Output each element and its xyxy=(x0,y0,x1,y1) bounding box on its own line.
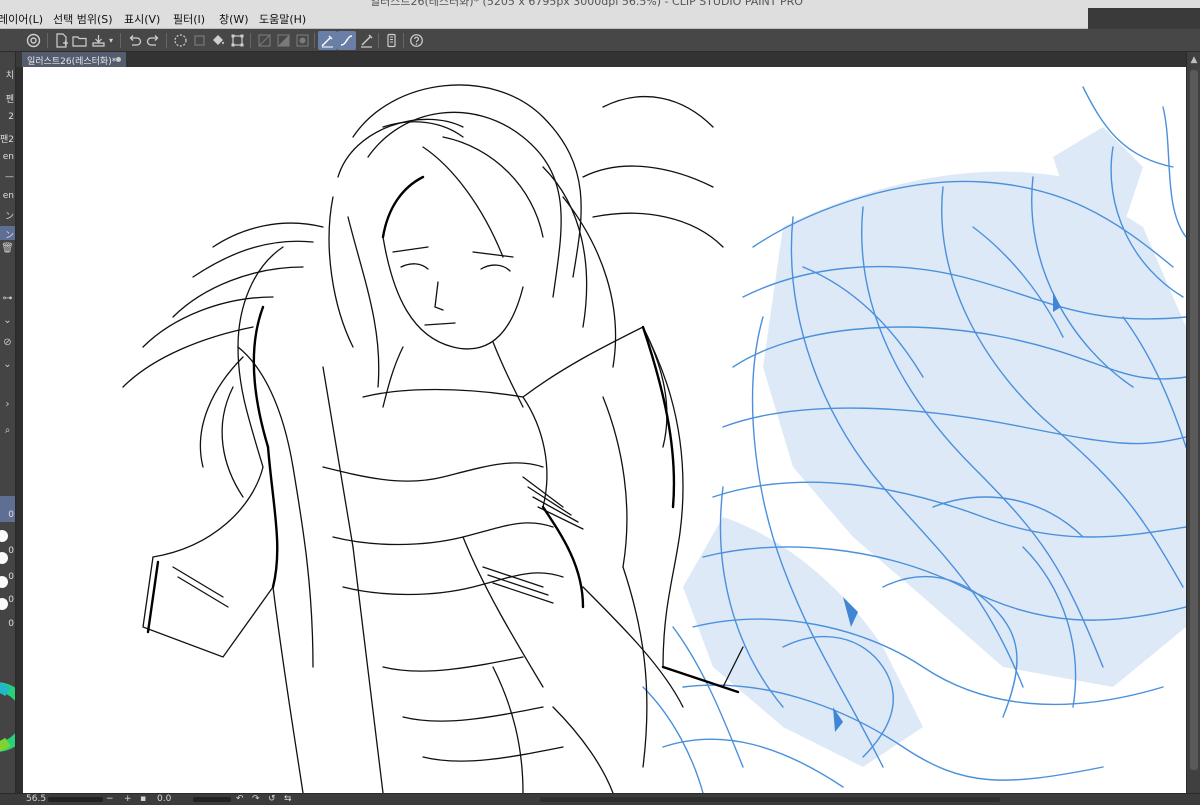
brush-item-selected[interactable]: ン xyxy=(0,228,15,241)
panel-label: 치 xyxy=(5,71,14,81)
brush-size-preview[interactable] xyxy=(0,576,8,588)
brush-item[interactable]: 팬2 xyxy=(0,132,15,145)
menu-window[interactable]: 창(W) xyxy=(219,11,249,27)
snap-grid-icon[interactable] xyxy=(293,31,312,50)
toolbar-separator xyxy=(378,33,379,48)
window-title: 일러스트26(레스터화)* (5205 x 6795px 3000dpi 56.… xyxy=(370,0,803,8)
black-bold-strokes xyxy=(146,175,740,694)
open-icon[interactable] xyxy=(70,31,89,50)
brush-size-preview[interactable] xyxy=(0,530,8,542)
rotate-left-icon[interactable]: ↶ xyxy=(236,794,244,805)
zoom-in-icon[interactable]: + xyxy=(124,794,132,805)
chevron-down-icon[interactable]: ⌄ xyxy=(1,314,14,327)
menu-layer[interactable]: 레이어(L) xyxy=(0,11,43,27)
redo-icon[interactable] xyxy=(144,31,163,50)
toolbar-separator xyxy=(314,33,315,48)
scroll-thumb[interactable] xyxy=(1190,70,1198,770)
snap-special-icon[interactable] xyxy=(274,31,293,50)
title-bar: 일러스트26(레스터화)* (5205 x 6795px 3000dpi 56.… xyxy=(0,0,1200,8)
help-icon[interactable] xyxy=(407,31,426,50)
panel-divider[interactable] xyxy=(16,67,23,793)
pen-pressure-icon[interactable] xyxy=(357,31,376,50)
tablet-icon[interactable] xyxy=(382,31,401,50)
black-sketch-layer xyxy=(122,84,744,793)
undo-icon[interactable] xyxy=(125,31,144,50)
document-tab-bar: 일러스트26(레스터화)* xyxy=(22,52,1186,67)
menu-view[interactable]: 표시(V) xyxy=(124,11,160,27)
color-wheel[interactable] xyxy=(0,672,16,762)
brush-size-preview[interactable] xyxy=(0,598,8,610)
menu-filter[interactable]: 필터(I) xyxy=(173,11,205,27)
status-bar: 56.5 − + ▪ 0.0 ↶ ↷ ↺ ⇆ xyxy=(0,793,1200,804)
canvas[interactable] xyxy=(23,67,1186,793)
brush-item[interactable]: 2 xyxy=(0,112,15,122)
scroll-up-icon[interactable]: ▲ xyxy=(1189,55,1199,65)
flip-icon[interactable]: ⇆ xyxy=(284,794,292,805)
toolbar-separator xyxy=(250,33,251,48)
zoom-out-icon[interactable]: − xyxy=(106,794,114,805)
brush-size-preview[interactable] xyxy=(0,552,8,564)
rotate-reset-icon[interactable]: ↺ xyxy=(268,794,276,805)
size-value: 0 xyxy=(8,510,14,520)
search-icon[interactable]: ⌕ xyxy=(1,424,14,437)
lock-icon[interactable]: ⊶ xyxy=(1,292,14,305)
angle-value[interactable]: 0.0 xyxy=(157,794,171,805)
toolbar-separator xyxy=(120,33,121,48)
brush-item[interactable]: en xyxy=(0,191,15,201)
rotate-right-icon[interactable]: ↷ xyxy=(252,794,260,805)
document-tab[interactable]: 일러스트26(레스터화)* xyxy=(22,52,126,67)
size-value: 0 xyxy=(8,619,14,629)
app-menu-icon[interactable] xyxy=(24,31,43,50)
crop-icon[interactable] xyxy=(190,31,209,50)
stabilize-icon[interactable] xyxy=(318,31,337,50)
angle-slider-track[interactable] xyxy=(193,797,231,802)
clear-icon[interactable] xyxy=(171,31,190,50)
vertical-scrollbar[interactable]: ▲ xyxy=(1186,52,1200,793)
left-panel: 치 펜 2 팬2 en — en ン ン 🗑 ⊶ ⌄ ⊘ ⌄ › ⌕ 0 0 0… xyxy=(0,52,16,794)
menu-help[interactable]: 도움말(H) xyxy=(259,11,306,27)
chevron-right-icon[interactable]: › xyxy=(1,398,14,411)
unsaved-dot-icon[interactable] xyxy=(116,57,121,62)
menu-bar-right-area xyxy=(1088,8,1200,29)
stroke-correction-icon[interactable] xyxy=(337,31,356,50)
chevron-down-icon[interactable]: ⌄ xyxy=(1,358,14,371)
brush-item[interactable]: 펜 xyxy=(0,92,15,105)
new-canvas-icon[interactable] xyxy=(52,31,71,50)
horizontal-scrollbar[interactable] xyxy=(540,797,1000,802)
command-bar: ▾ xyxy=(0,29,1200,52)
toolbar-separator xyxy=(166,33,167,48)
brush-item[interactable]: ン xyxy=(0,209,15,222)
fit-icon[interactable]: ▪ xyxy=(140,794,146,805)
fill-icon[interactable] xyxy=(209,31,228,50)
menu-bar: 레이어(L) 선택 범위(S) 표시(V) 필터(I) 창(W) 도움말(H) xyxy=(0,8,1200,29)
brush-item[interactable]: en xyxy=(0,152,15,162)
snap-ruler-icon[interactable] xyxy=(255,31,274,50)
trash-icon[interactable]: 🗑 xyxy=(1,242,14,255)
toolbar-separator xyxy=(47,33,48,48)
zoom-slider-track[interactable] xyxy=(48,797,103,802)
brush-item[interactable]: — xyxy=(0,172,15,182)
settings-icon[interactable]: ⊘ xyxy=(1,336,14,349)
toolbar-separator xyxy=(403,33,404,48)
transform-icon[interactable] xyxy=(228,31,247,50)
sketch-artwork xyxy=(122,84,1186,793)
zoom-value[interactable]: 56.5 xyxy=(26,794,46,805)
document-tab-label: 일러스트26(레스터화)* xyxy=(27,57,117,67)
menu-selection[interactable]: 선택 범위(S) xyxy=(53,11,113,27)
save-dropdown-icon[interactable]: ▾ xyxy=(106,31,116,50)
